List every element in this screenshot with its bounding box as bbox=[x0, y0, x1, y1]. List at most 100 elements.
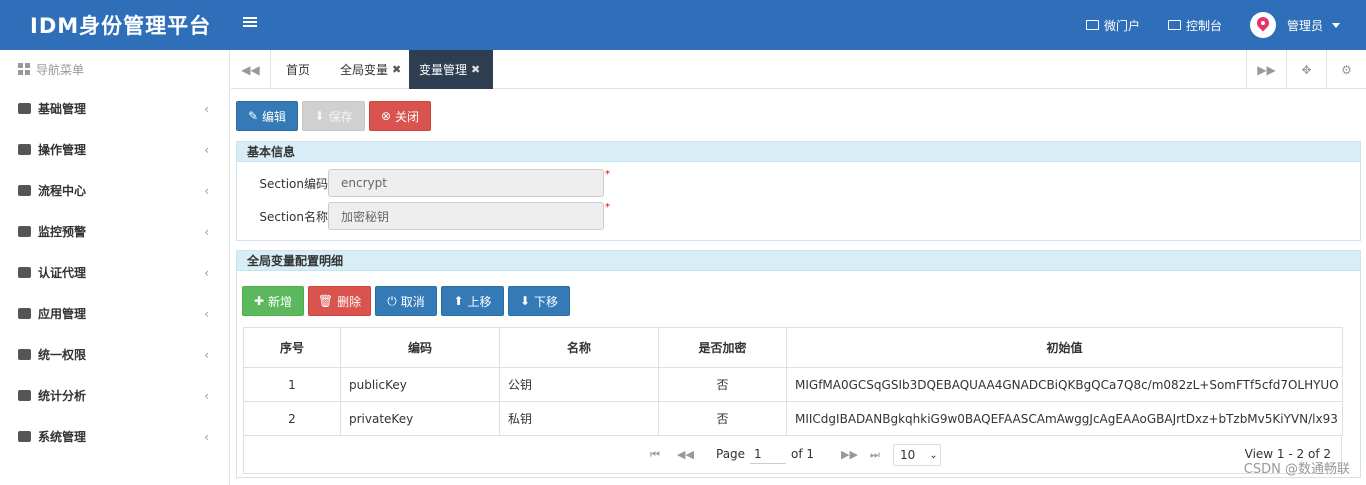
caret-down-icon bbox=[1332, 22, 1340, 28]
brand-title: IDM身份管理平台 bbox=[30, 14, 212, 38]
download-icon: ⬇ bbox=[314, 109, 325, 123]
area-chart-icon bbox=[18, 390, 31, 401]
cell-code: publicKey bbox=[340, 367, 500, 402]
basic-info-title: 基本信息 bbox=[237, 142, 1360, 162]
cell-initial-value: MIICdgIBADANBgkqhkiG9w0BAQEFAASCAmAwggJc… bbox=[786, 401, 1343, 436]
close-button[interactable]: ⊗ 关闭 bbox=[369, 101, 431, 131]
save-button[interactable]: ⬇ 保存 bbox=[302, 101, 365, 131]
tab-global-vars[interactable]: 全局变量 ✖ bbox=[330, 50, 411, 89]
fullscreen-icon[interactable]: ✥ bbox=[1286, 50, 1326, 89]
tab-home-label: 首页 bbox=[286, 63, 311, 77]
section-name-field[interactable]: 加密秘钥 bbox=[328, 202, 604, 230]
col-header-index[interactable]: 序号 bbox=[243, 327, 341, 368]
shuffle-icon bbox=[18, 185, 31, 196]
section-code-field[interactable]: encrypt bbox=[328, 169, 604, 197]
sidebar-item[interactable]: 统一权限 ‹ bbox=[0, 334, 229, 375]
watermark: CSDN @数通畅联 bbox=[1243, 462, 1350, 477]
id-card-icon bbox=[18, 103, 31, 114]
page-label: Page bbox=[716, 447, 746, 461]
col-header-initial-value[interactable]: 初始值 bbox=[786, 327, 1343, 368]
sidebar-item-label: 认证代理 bbox=[38, 266, 87, 280]
move-down-button[interactable]: ⬇ 下移 bbox=[508, 286, 570, 316]
add-label: 新增 bbox=[268, 294, 293, 309]
chevron-left-icon: ‹ bbox=[204, 225, 209, 239]
main-content: ✎ 编辑 ⬇ 保存 ⊗ 关闭 基本信息 Section编码 encrypt * Sec… bbox=[231, 90, 1366, 485]
last-page-icon[interactable]: ⏭ bbox=[870, 448, 880, 462]
table-row[interactable]: 1 publicKey 公钥 否 MIGfMA0GCSqGSIb3DQEBAQU… bbox=[243, 367, 1343, 402]
basic-info-panel: 基本信息 Section编码 encrypt * Section名称 加密秘钥 … bbox=[236, 141, 1361, 241]
sidebar-item-label: 基础管理 bbox=[38, 102, 87, 116]
move-up-button[interactable]: ⬆ 上移 bbox=[441, 286, 504, 316]
sitemap-icon bbox=[18, 349, 31, 360]
add-button[interactable]: ✚ 新增 bbox=[242, 286, 304, 316]
sidebar-item[interactable]: 系统管理 ‹ bbox=[0, 416, 229, 457]
col-header-name[interactable]: 名称 bbox=[499, 327, 659, 368]
cell-initial-value: MIGfMA0GCSqGSIb3DQEBAQUAA4GNADCBiQKBgQCa… bbox=[786, 367, 1343, 402]
micro-portal-link[interactable]: 微门户 bbox=[1072, 17, 1154, 34]
tab-home[interactable]: 首页 bbox=[276, 50, 320, 89]
page-size-select[interactable]: 10 ⌄ bbox=[893, 444, 941, 466]
console-link[interactable]: 控制台 bbox=[1154, 17, 1236, 34]
top-nav: 微门户 控制台 管理员 bbox=[1072, 0, 1354, 50]
tab-var-mgmt-label: 变量管理 bbox=[419, 63, 468, 77]
close-icon[interactable]: ✖ bbox=[392, 63, 401, 76]
tab-var-mgmt[interactable]: 变量管理 ✖ bbox=[409, 50, 493, 89]
sidebar-item[interactable]: 监控预警 ‹ bbox=[0, 211, 229, 252]
col-header-encrypted[interactable]: 是否加密 bbox=[658, 327, 787, 368]
sidebar-item-label: 系统管理 bbox=[38, 430, 87, 444]
tab-scroll-right-icon[interactable]: ▶▶ bbox=[1246, 50, 1286, 89]
id-card-icon bbox=[1085, 20, 1099, 30]
page-input[interactable]: 1 bbox=[750, 444, 786, 464]
book-icon bbox=[18, 144, 31, 155]
section-code-row: Section编码 encrypt * bbox=[237, 169, 610, 197]
delete-button[interactable]: 🗑 删除 bbox=[308, 286, 371, 316]
users-icon bbox=[18, 267, 31, 278]
menu-toggle-icon[interactable] bbox=[243, 15, 257, 31]
sidebar-item[interactable]: 流程中心 ‹ bbox=[0, 170, 229, 211]
edit-button[interactable]: ✎ 编辑 bbox=[236, 101, 298, 131]
next-page-icon[interactable]: ▶▶ bbox=[841, 448, 858, 461]
cancel-button[interactable]: ⏻ 取消 bbox=[375, 286, 437, 316]
move-down-label: 下移 bbox=[534, 294, 559, 309]
detail-panel: 全局变量配置明细 ✚ 新增 🗑 删除 ⏻ 取消 ⬆ 上移 ⬇ 下移 序号 编码 名称 bbox=[236, 250, 1361, 478]
trash-icon: 🗑 bbox=[317, 294, 334, 308]
col-header-code[interactable]: 编码 bbox=[340, 327, 500, 368]
prev-page-icon[interactable]: ◀◀ bbox=[677, 448, 694, 461]
section-name-row: Section名称 加密秘钥 * bbox=[237, 202, 610, 230]
sidebar-item[interactable]: 统计分析 ‹ bbox=[0, 375, 229, 416]
chevron-down-icon: ⌄ bbox=[929, 449, 938, 461]
sidebar-header: 导航菜单 bbox=[0, 50, 229, 88]
chevron-left-icon: ‹ bbox=[204, 102, 209, 116]
th-large-icon bbox=[18, 63, 30, 75]
sidebar-title: 导航菜单 bbox=[36, 62, 85, 77]
cell-name: 公钥 bbox=[499, 367, 659, 402]
cell-index: 1 bbox=[243, 367, 341, 402]
micro-portal-label: 微门户 bbox=[1103, 18, 1140, 33]
cell-index: 2 bbox=[243, 401, 341, 436]
times-circle-icon: ⊗ bbox=[380, 109, 392, 123]
move-up-label: 上移 bbox=[467, 294, 492, 309]
page-total-label: of 1 bbox=[791, 447, 815, 461]
gear-icon[interactable]: ⚙ bbox=[1326, 50, 1366, 89]
eye-icon bbox=[18, 226, 31, 237]
sidebar-item[interactable]: 应用管理 ‹ bbox=[0, 293, 229, 334]
tab-scroll-left-icon[interactable]: ◀◀ bbox=[231, 50, 271, 89]
sidebar-item[interactable]: 认证代理 ‹ bbox=[0, 252, 229, 293]
list-icon bbox=[18, 308, 31, 319]
sidebar-item[interactable]: 操作管理 ‹ bbox=[0, 129, 229, 170]
close-icon[interactable]: ✖ bbox=[471, 63, 480, 76]
section-code-label: Section编码 bbox=[259, 176, 328, 191]
user-menu[interactable]: 管理员 bbox=[1236, 12, 1354, 38]
pager: ⏮ ◀◀ Page 1 of 1 ▶▶ ⏭ 10 ⌄ View 1 - 2 of… bbox=[243, 436, 1342, 474]
page-size-value: 10 bbox=[900, 448, 916, 462]
desktop-icon bbox=[1167, 20, 1181, 30]
detail-title: 全局变量配置明细 bbox=[237, 251, 1360, 271]
sidebar-item[interactable]: 基础管理 ‹ bbox=[0, 88, 229, 129]
sidebar-item-label: 流程中心 bbox=[38, 184, 87, 198]
delete-label: 删除 bbox=[337, 294, 362, 309]
table-row[interactable]: 2 privateKey 私钥 否 MIICdgIBADANBgkqhkiG9w… bbox=[243, 401, 1343, 436]
arrow-up-icon: ⬆ bbox=[453, 294, 464, 308]
cell-name: 私钥 bbox=[499, 401, 659, 436]
first-page-icon[interactable]: ⏮ bbox=[650, 448, 660, 462]
chevron-left-icon: ‹ bbox=[204, 430, 209, 444]
